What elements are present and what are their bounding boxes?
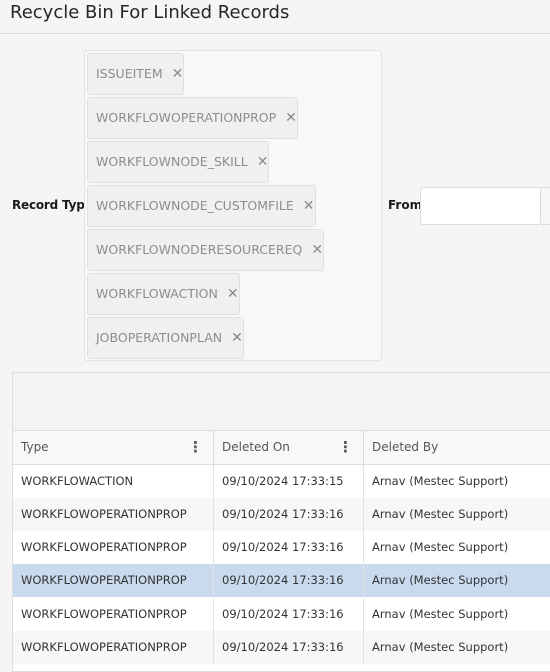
record-type-chip[interactable]: WORKFLOWOPERATIONPROP ✕ [87,97,298,139]
chip-label: ISSUEITEM [96,66,163,81]
cell-deleted-by: Arnav (Mestec Support) [372,640,509,654]
vertical-ellipsis-icon[interactable]: ⋮ [188,431,203,464]
cell-type: WORKFLOWOPERATIONPROP [13,531,214,564]
cell-type: WORKFLOWACTION [13,465,214,498]
table-row[interactable]: WORKFLOWOPERATIONPROP 09/10/2024 17:33:1… [13,531,550,564]
chip-label: JOBOPERATIONPLAN [96,330,223,345]
record-type-chip[interactable]: WORKFLOWNODERESOURCEREQ ✕ [87,229,325,271]
table-row[interactable]: WORKFLOWACTION 09/10/2024 17:33:15 Arnav… [13,465,550,498]
cell-deleted-on: 09/10/2024 17:33:16 [214,531,364,564]
record-type-chip[interactable]: ISSUEITEM ✕ [87,53,185,95]
cell-deleted-by: Arnav (Mestec Support) [372,507,509,521]
from-date-input[interactable] [420,187,541,225]
cell-deleted-on: 09/10/2024 17:33:16 [214,631,364,664]
record-type-multiselect[interactable]: ISSUEITEM ✕ WORKFLOWOPERATIONPROP ✕ WORKFL… [84,50,382,361]
grid-header: Type ⋮ Deleted On ⋮ Deleted By [13,431,550,465]
table-row-selected[interactable]: WORKFLOWOPERATIONPROP 09/10/2024 17:33:1… [13,564,550,597]
table-row[interactable]: WORKFLOWOPERATIONPROP 09/10/2024 17:33:1… [13,631,550,664]
column-header-label: Deleted On [222,440,290,454]
close-icon[interactable]: ✕ [303,186,315,226]
record-type-chip[interactable]: WORKFLOWNODE_CUSTOMFILE ✕ [87,185,316,227]
column-header-label: Type [21,440,49,454]
cell-deleted-on: 09/10/2024 17:33:16 [214,564,364,597]
cell-type: WORKFLOWOPERATIONPROP [13,498,214,531]
title-bar: Recycle Bin For Linked Records [0,0,550,34]
cell-deleted-by: Arnav (Mestec Support) [372,573,509,587]
record-type-chip[interactable]: JOBOPERATIONPLAN ✕ [87,317,244,359]
cell-deleted-by: Arnav (Mestec Support) [372,607,509,621]
records-grid: Type ⋮ Deleted On ⋮ Deleted By WORKFLOWA… [12,372,550,672]
close-icon[interactable]: ✕ [257,142,269,182]
column-header-type[interactable]: Type ⋮ [13,431,214,464]
cell-deleted-on: 09/10/2024 17:33:16 [214,498,364,531]
close-icon[interactable]: ✕ [172,54,184,94]
cell-deleted-by: Arnav (Mestec Support) [372,540,509,554]
chip-label: WORKFLOWNODERESOURCEREQ [96,242,303,257]
close-icon[interactable]: ✕ [311,230,323,270]
column-header-deleted-on[interactable]: Deleted On ⋮ [214,431,364,464]
cell-deleted-on: 09/10/2024 17:33:15 [214,465,364,498]
close-icon[interactable]: ✕ [231,318,243,358]
chip-label: WORKFLOWACTION [96,286,218,301]
cell-deleted-by: Arnav (Mestec Support) [372,474,509,488]
record-type-chip[interactable]: WORKFLOWACTION ✕ [87,273,240,315]
table-row[interactable]: WORKFLOWOPERATIONPROP 09/10/2024 17:33:1… [13,598,550,631]
calendar-icon[interactable] [541,187,550,225]
vertical-ellipsis-icon[interactable]: ⋮ [338,431,353,464]
close-icon[interactable]: ✕ [285,98,297,138]
record-type-chip[interactable]: WORKFLOWNODE_SKILL ✕ [87,141,270,183]
table-row[interactable]: WORKFLOWOPERATIONPROP 09/10/2024 17:33:1… [13,498,550,531]
cell-type: WORKFLOWOPERATIONPROP [13,598,214,631]
close-icon[interactable]: ✕ [227,274,239,314]
grid-toolbar [13,373,550,431]
record-type-label: Record Type [12,198,93,212]
cell-type: WORKFLOWOPERATIONPROP [13,564,214,597]
chip-label: WORKFLOWNODE_CUSTOMFILE [96,198,294,213]
page-title: Recycle Bin For Linked Records [10,2,290,23]
from-label: From [388,198,423,212]
cell-type: WORKFLOWOPERATIONPROP [13,631,214,664]
chip-label: WORKFLOWNODE_SKILL [96,154,248,169]
column-header-deleted-by[interactable]: Deleted By [364,431,550,464]
column-header-label: Deleted By [372,440,439,454]
cell-deleted-on: 09/10/2024 17:33:16 [214,598,364,631]
chip-label: WORKFLOWOPERATIONPROP [96,110,277,125]
